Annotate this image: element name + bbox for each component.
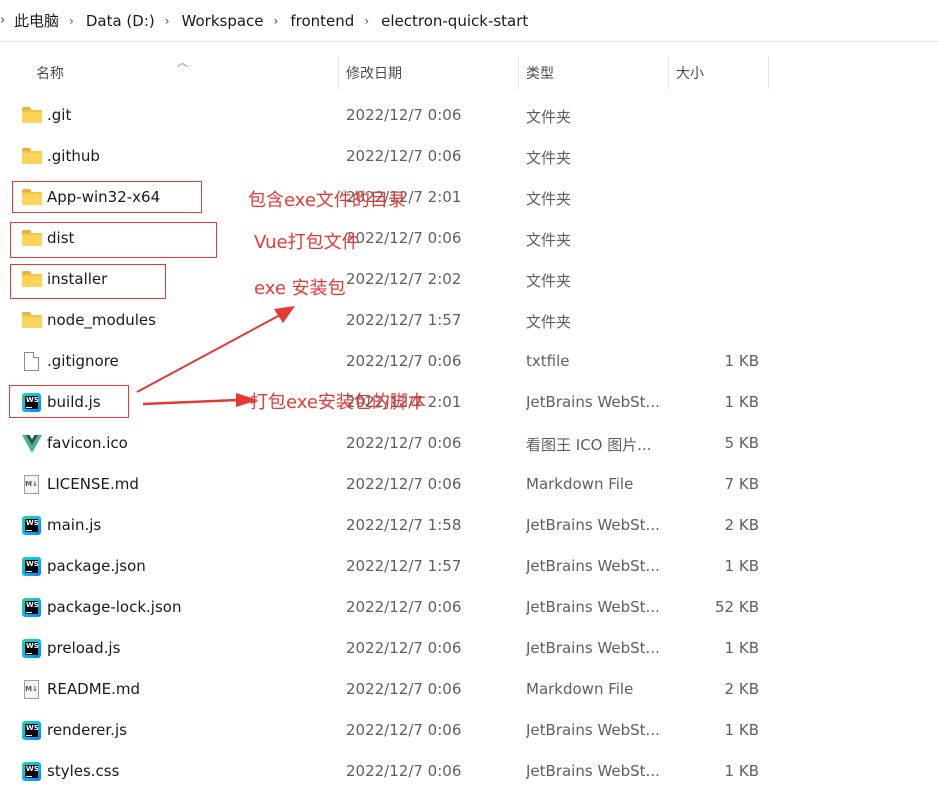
arrow-build-to-installer-note bbox=[136, 306, 295, 393]
annotation-arrows bbox=[136, 306, 295, 407]
arrow-build-to-script-note bbox=[142, 393, 258, 407]
